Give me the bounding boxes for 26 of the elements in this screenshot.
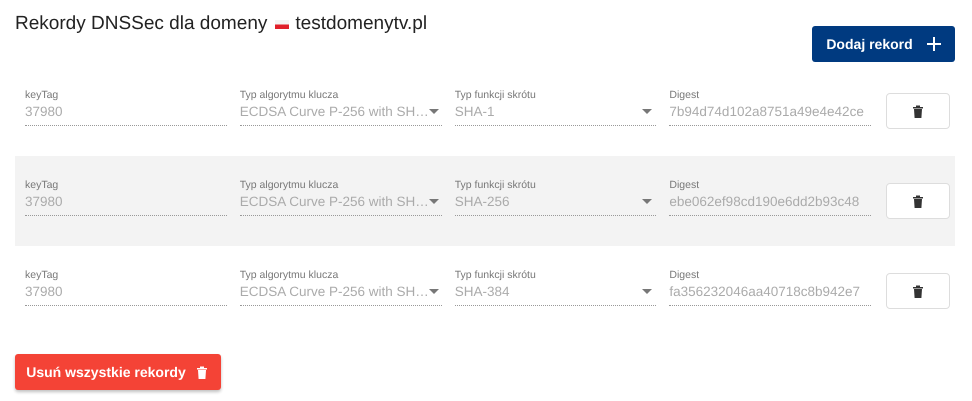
add-record-button[interactable]: Dodaj rekord: [812, 26, 955, 62]
delete-all-button[interactable]: Usuń wszystkie rekordy: [15, 354, 221, 390]
dropdown-icon: [642, 198, 652, 204]
dropdown-icon: [428, 198, 439, 204]
field-label: keyTag: [25, 268, 60, 280]
field-label: Digest: [669, 178, 700, 190]
dropdown-icon: [428, 108, 439, 114]
field-label: Digest: [669, 268, 700, 280]
field-label: keyTag: [25, 88, 60, 100]
dropdown-icon: [428, 288, 439, 294]
field-label: Typ funkcji skrótu: [454, 178, 537, 190]
field-label: keyTag: [25, 178, 60, 190]
page-title: Rekordy DNSSec dla domeny: [15, 13, 268, 35]
field-label: Typ funkcji skrótu: [454, 268, 537, 280]
domain-name: testdomenytv.pl: [295, 13, 428, 35]
dropdown-icon: [642, 288, 652, 294]
field-label: Typ funkcji skrótu: [454, 88, 537, 100]
field-label: Typ algorytmu klucza: [240, 268, 340, 280]
flag-icon: [275, 20, 290, 28]
dropdown-icon: [642, 108, 652, 114]
field-label: Digest: [669, 88, 700, 100]
field-label: Typ algorytmu klucza: [240, 178, 340, 190]
delete-button[interactable]: [886, 93, 950, 129]
delete-button[interactable]: [886, 273, 950, 309]
plus-icon: [926, 37, 941, 51]
field-label: Typ algorytmu klucza: [240, 88, 340, 100]
